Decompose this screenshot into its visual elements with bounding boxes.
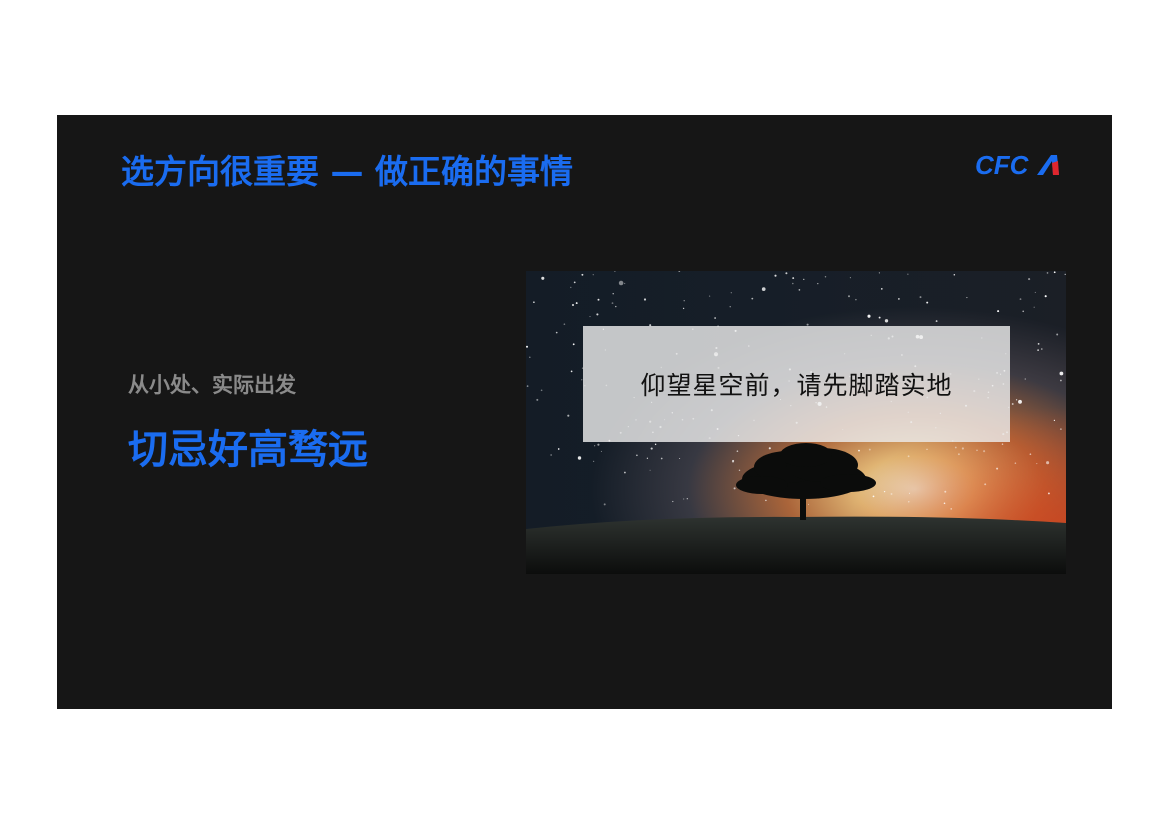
slide: 选方向很重要 — 做正确的事情 CFC 从小处、实际出发 切忌好高骛远 仰望星空… xyxy=(57,115,1112,709)
starry-sky-tree-image: 仰望星空前，请先脚踏实地 xyxy=(526,271,1066,574)
subtitle: 从小处、实际出发 xyxy=(128,373,296,397)
page: 选方向很重要 — 做正确的事情 CFC 从小处、实际出发 切忌好高骛远 仰望星空… xyxy=(0,0,1169,826)
photo-caption: 仰望星空前，请先脚踏实地 xyxy=(640,371,953,400)
cfca-logo-text: CFC xyxy=(975,150,1030,180)
slide-title: 选方向很重要 — 做正确的事情 xyxy=(121,152,573,191)
caption-box: 仰望星空前，请先脚踏实地 xyxy=(583,326,1010,442)
headline: 切忌好高骛远 xyxy=(128,427,368,473)
cfca-logo: CFC xyxy=(973,149,1063,181)
